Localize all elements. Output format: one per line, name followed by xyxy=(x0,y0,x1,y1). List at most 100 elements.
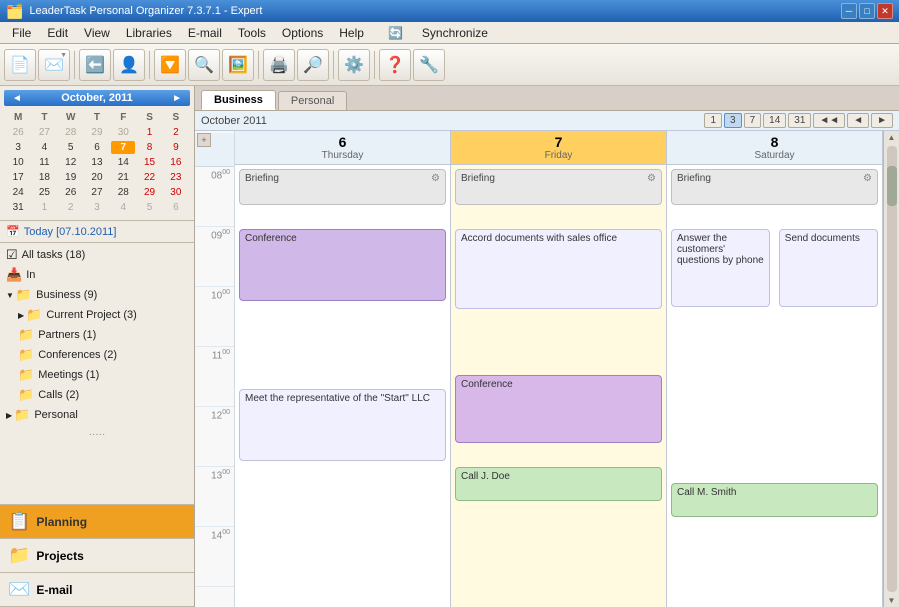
nav-planning[interactable]: 📋 Planning xyxy=(0,505,194,539)
cal-day[interactable]: 29 xyxy=(85,126,109,139)
cal-day[interactable]: 16 xyxy=(164,156,188,169)
tree-partners[interactable]: 📁 Partners (1) xyxy=(0,325,194,345)
event-send-8[interactable]: Send documents xyxy=(779,229,878,307)
close-button[interactable]: ✕ xyxy=(877,3,893,19)
cal-day[interactable]: 14 xyxy=(111,156,135,169)
cal-day[interactable]: 3 xyxy=(6,141,30,154)
cal-day[interactable]: 13 xyxy=(85,156,109,169)
cal-day[interactable]: 12 xyxy=(59,156,83,169)
menu-email[interactable]: E-mail xyxy=(180,24,230,42)
cal-day[interactable]: 5 xyxy=(137,201,161,214)
expand-button[interactable]: + xyxy=(197,133,211,147)
view-7day[interactable]: 7 xyxy=(744,113,762,128)
cal-day[interactable]: 27 xyxy=(32,126,56,139)
scroll-thumb[interactable] xyxy=(887,166,897,206)
cal-day[interactable]: 2 xyxy=(164,126,188,139)
cal-day[interactable]: 22 xyxy=(137,171,161,184)
cal-day[interactable]: 29 xyxy=(137,186,161,199)
image-button[interactable]: 🖼️ xyxy=(222,49,254,81)
view-31day[interactable]: 31 xyxy=(788,113,811,128)
cal-day[interactable]: 11 xyxy=(32,156,56,169)
cal-day[interactable]: 5 xyxy=(59,141,83,154)
cal-day[interactable]: 26 xyxy=(59,186,83,199)
tree-conferences[interactable]: 📁 Conferences (2) xyxy=(0,345,194,365)
tree-calls[interactable]: 📁 Calls (2) xyxy=(0,385,194,405)
filter-button[interactable]: 🔽 xyxy=(154,49,186,81)
tool-button[interactable]: 🔧 xyxy=(413,49,445,81)
cal-prev-button[interactable]: ◄ xyxy=(8,93,26,104)
scroll-up-button[interactable]: ▲ xyxy=(886,131,898,144)
event-briefing-7[interactable]: ⚙ Briefing xyxy=(455,169,662,205)
cal-day[interactable]: 10 xyxy=(6,156,30,169)
search-button[interactable]: 🔍 xyxy=(188,49,220,81)
cal-day[interactable]: 30 xyxy=(111,126,135,139)
event-conference-6[interactable]: Conference xyxy=(239,229,446,301)
scroll-down-button[interactable]: ▼ xyxy=(886,594,898,607)
day-content-8[interactable]: ⚙ Briefing Answer the customers' questio… xyxy=(667,165,882,607)
menu-edit[interactable]: Edit xyxy=(39,24,76,42)
nav-back-button[interactable]: ⬅️ xyxy=(79,49,111,81)
cal-day[interactable]: 25 xyxy=(32,186,56,199)
cal-next-button[interactable]: ► xyxy=(168,93,186,104)
cal-day[interactable]: 1 xyxy=(137,126,161,139)
menu-libraries[interactable]: Libraries xyxy=(118,24,180,42)
view-14day[interactable]: 14 xyxy=(763,113,786,128)
cal-day[interactable]: 2 xyxy=(59,201,83,214)
menu-options[interactable]: Options xyxy=(274,24,331,42)
cal-day[interactable]: 31 xyxy=(6,201,30,214)
menu-file[interactable]: File xyxy=(4,24,39,42)
view-prev[interactable]: ◄ xyxy=(847,113,869,128)
cal-day[interactable]: 9 xyxy=(164,141,188,154)
cal-day[interactable]: 6 xyxy=(85,141,109,154)
cal-day[interactable]: 8 xyxy=(137,141,161,154)
today-label[interactable]: 📅 Today [07.10.2011] xyxy=(0,221,194,243)
view-prev-prev[interactable]: ◄◄ xyxy=(813,113,845,128)
menu-synchronize[interactable]: 🔄 Synchronize xyxy=(372,22,504,44)
tree-in[interactable]: 📥 In xyxy=(0,265,194,285)
day-content-7[interactable]: ⚙ Briefing Accord documents with sales o… xyxy=(451,165,666,607)
cal-day[interactable]: 1 xyxy=(32,201,56,214)
cal-day[interactable]: 27 xyxy=(85,186,109,199)
cal-day[interactable]: 23 xyxy=(164,171,188,184)
cal-day[interactable]: 28 xyxy=(59,126,83,139)
tree-business[interactable]: ▼ 📁 Business (9) xyxy=(0,285,194,305)
cal-day[interactable]: 17 xyxy=(6,171,30,184)
nav-projects[interactable]: 📁 Projects xyxy=(0,539,194,573)
cal-day[interactable]: 6 xyxy=(164,201,188,214)
cal-day[interactable]: 24 xyxy=(6,186,30,199)
minimize-button[interactable]: ─ xyxy=(841,3,857,19)
tab-personal[interactable]: Personal xyxy=(278,91,347,110)
help-button[interactable]: ❓ xyxy=(379,49,411,81)
tree-all-tasks[interactable]: ☑ All tasks (18) xyxy=(0,245,194,265)
cal-day-today[interactable]: 7 xyxy=(111,141,135,154)
menu-tools[interactable]: Tools xyxy=(230,24,274,42)
new-button[interactable]: 📄 xyxy=(4,49,36,81)
day-content-6[interactable]: ⚙ Briefing Conference Meet the represent… xyxy=(235,165,450,607)
menu-view[interactable]: View xyxy=(76,24,118,42)
tree-personal[interactable]: ▶ 📁 Personal xyxy=(0,405,194,425)
menu-help[interactable]: Help xyxy=(331,24,372,42)
view-1day[interactable]: 1 xyxy=(704,113,722,128)
maximize-button[interactable]: □ xyxy=(859,3,875,19)
tree-current-project[interactable]: ▶ 📁 Current Project (3) xyxy=(0,305,194,325)
find-button[interactable]: 🔎 xyxy=(297,49,329,81)
event-accord-7[interactable]: Accord documents with sales office xyxy=(455,229,662,309)
cal-day[interactable]: 4 xyxy=(32,141,56,154)
cal-day[interactable]: 20 xyxy=(85,171,109,184)
event-call-msmith[interactable]: Call M. Smith xyxy=(671,483,878,517)
tree-meetings[interactable]: 📁 Meetings (1) xyxy=(0,365,194,385)
settings-button[interactable]: ⚙️ xyxy=(338,49,370,81)
event-conference-7[interactable]: Conference xyxy=(455,375,662,443)
cal-day[interactable]: 21 xyxy=(111,171,135,184)
event-briefing-6[interactable]: ⚙ Briefing xyxy=(239,169,446,205)
event-briefing-8[interactable]: ⚙ Briefing xyxy=(671,169,878,205)
view-next[interactable]: ► xyxy=(871,113,893,128)
cal-day[interactable]: 15 xyxy=(137,156,161,169)
nav-forward-button[interactable]: 👤 xyxy=(113,49,145,81)
tab-business[interactable]: Business xyxy=(201,90,276,110)
cal-day[interactable]: 26 xyxy=(6,126,30,139)
nav-email[interactable]: ✉️ E-mail xyxy=(0,573,194,607)
cal-day[interactable]: 4 xyxy=(111,201,135,214)
cal-day[interactable]: 19 xyxy=(59,171,83,184)
cal-day[interactable]: 28 xyxy=(111,186,135,199)
